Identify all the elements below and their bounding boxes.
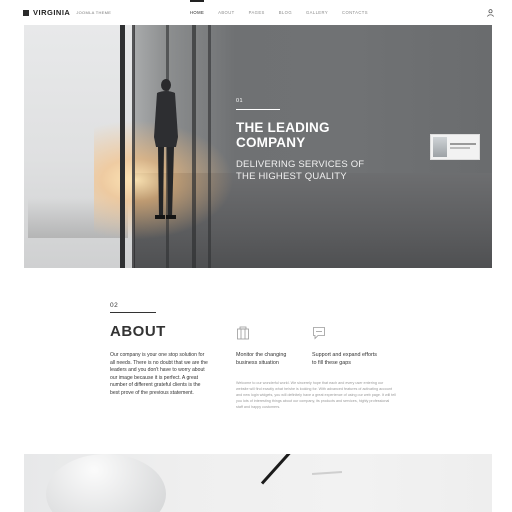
section-title: ABOUT <box>110 323 166 340</box>
about-text: Our company is your one stop solution fo… <box>110 352 208 396</box>
nav-item-about[interactable]: ABOUT <box>211 0 241 25</box>
nav-item-pages[interactable]: PAGES <box>242 0 272 25</box>
nav-item-gallery[interactable]: GALLERY <box>299 0 335 25</box>
slide-number-underline <box>236 109 280 110</box>
businessman-figure <box>154 79 178 219</box>
next-slide-thumbnail[interactable] <box>430 134 480 160</box>
user-icon[interactable] <box>487 9 494 17</box>
window-frame <box>120 25 125 268</box>
hero-subtitle: DELIVERING SERVICES OF THE HIGHEST QUALI… <box>236 159 365 182</box>
chat-icon <box>313 327 325 340</box>
section-image <box>24 454 492 512</box>
nav-item-contacts[interactable]: CONTACTS <box>335 0 375 25</box>
building-icon <box>237 326 249 340</box>
slide-number: 01 <box>236 98 244 104</box>
pen-illustration <box>311 470 343 476</box>
logo-mark-icon <box>23 9 29 16</box>
window-frame <box>192 25 196 268</box>
pen-illustration <box>260 454 310 485</box>
thumbnail-image <box>433 137 447 157</box>
feature-label: Support and expand efforts to fill these… <box>312 352 377 366</box>
site-header: VIRGINIA JOOMLA THEME HOME ABOUT PAGES B… <box>0 0 512 25</box>
main-nav: HOME ABOUT PAGES BLOG GALLERY CONTACTS <box>183 0 375 25</box>
nav-item-blog[interactable]: BLOG <box>272 0 299 25</box>
logo-name: VIRGINIA <box>33 8 71 17</box>
hero-title: THE LEADING COMPANY <box>236 120 330 150</box>
window-frame <box>132 25 135 268</box>
thumbnail-caption <box>450 147 470 149</box>
feature-label: Monitor the changing business situation <box>236 352 287 366</box>
logo-tagline: JOOMLA THEME <box>76 10 112 15</box>
logo[interactable]: VIRGINIA JOOMLA THEME <box>23 8 111 17</box>
window-frame <box>208 25 211 268</box>
section-number-underline <box>110 312 156 313</box>
thumbnail-caption <box>450 143 476 145</box>
section-number: 02 <box>110 302 119 309</box>
hero-slider: 01 THE LEADING COMPANY DELIVERING SERVIC… <box>24 25 492 268</box>
image-shape <box>46 454 166 512</box>
about-description: Welcome to our wonderful world. We since… <box>236 381 396 409</box>
nav-item-home[interactable]: HOME <box>183 0 211 25</box>
